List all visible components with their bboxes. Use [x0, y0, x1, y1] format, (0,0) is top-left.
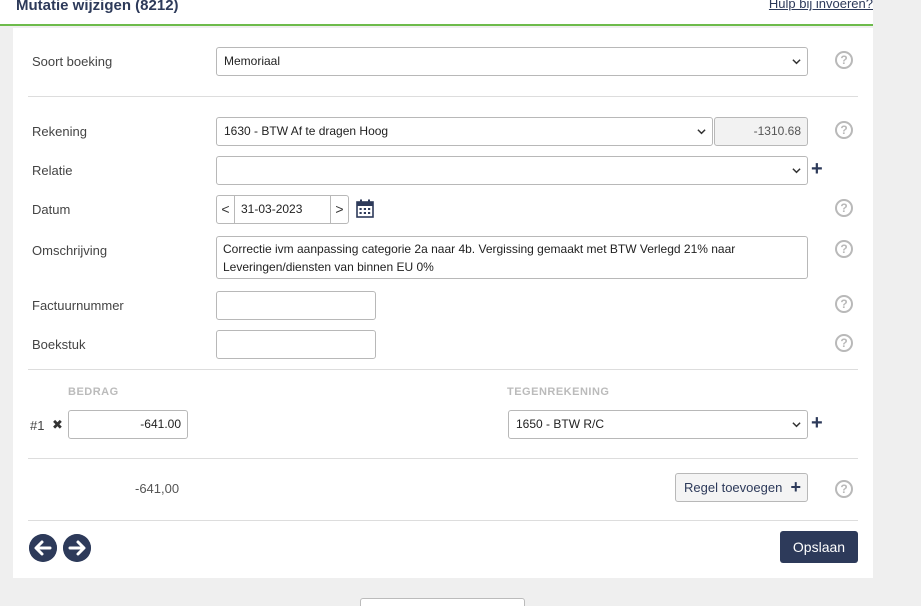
- datum-label: Datum: [32, 202, 71, 217]
- relatie-label: Relatie: [32, 163, 73, 178]
- prev-date-button[interactable]: <: [217, 196, 235, 223]
- chevron-down-icon: [792, 168, 801, 174]
- form-panel: Soort boeking Memoriaal ? Rekening 1630 …: [13, 28, 873, 578]
- datum-input[interactable]: 31-03-2023: [241, 196, 302, 223]
- soort-boeking-label: Soort boeking: [32, 54, 113, 69]
- help-icon[interactable]: ?: [835, 334, 853, 352]
- next-date-button[interactable]: >: [330, 196, 348, 223]
- previous-arrow-icon[interactable]: [29, 534, 57, 562]
- help-icon[interactable]: ?: [835, 295, 853, 313]
- rekening-value: 1630 - BTW Af te dragen Hoog: [224, 124, 389, 138]
- factuurnummer-input[interactable]: [216, 291, 376, 320]
- rekening-saldo: -1310.68: [714, 117, 808, 146]
- help-icon[interactable]: ?: [835, 199, 853, 217]
- tegenrekening-value: 1650 - BTW R/C: [516, 417, 605, 431]
- omschrijving-label: Omschrijving: [32, 243, 108, 258]
- soort-boeking-value: Memoriaal: [224, 54, 281, 68]
- chevron-down-icon: [792, 422, 801, 428]
- divider: [28, 369, 858, 370]
- tegenrekening-select[interactable]: 1650 - BTW R/C: [508, 410, 808, 439]
- divider: [28, 96, 858, 97]
- chevron-down-icon: [697, 129, 706, 135]
- help-icon[interactable]: ?: [835, 121, 853, 139]
- page-title: Mutatie wijzigen (8212): [16, 0, 179, 14]
- add-line-button[interactable]: Regel toevoegen +: [675, 473, 808, 502]
- factuurnummer-label: Factuurnummer: [32, 298, 124, 313]
- add-relatie-plus-icon[interactable]: +: [811, 159, 823, 179]
- divider: [28, 458, 858, 459]
- datum-field: < 31-03-2023 >: [216, 195, 349, 224]
- save-button[interactable]: Opslaan: [780, 531, 858, 563]
- relatie-select[interactable]: [216, 156, 808, 185]
- boekstuk-label: Boekstuk: [32, 337, 86, 352]
- remove-line-icon[interactable]: ✖: [52, 417, 63, 433]
- bottom-box: [360, 598, 525, 606]
- plus-icon: +: [790, 477, 801, 497]
- rekening-select[interactable]: 1630 - BTW Af te dragen Hoog: [216, 117, 713, 146]
- total-amount: -641,00: [135, 481, 180, 496]
- soort-boeking-select[interactable]: Memoriaal: [216, 47, 808, 76]
- chevron-down-icon: [792, 59, 801, 65]
- calendar-icon[interactable]: [356, 199, 374, 218]
- help-icon[interactable]: ?: [835, 480, 853, 498]
- bedrag-column-header: BEDRAG: [68, 386, 119, 398]
- rekening-label: Rekening: [32, 124, 87, 139]
- add-line-label: Regel toevoegen: [684, 480, 783, 495]
- tegenrekening-column-header: TEGENREKENING: [507, 386, 610, 398]
- line-number: #1: [30, 418, 45, 433]
- help-icon[interactable]: ?: [835, 51, 853, 69]
- title-bar: Mutatie wijzigen (8212) Hulp bij invoere…: [0, 0, 873, 26]
- help-icon[interactable]: ?: [835, 240, 853, 258]
- help-link[interactable]: Hulp bij invoeren?: [769, 0, 873, 11]
- divider: [28, 520, 858, 521]
- omschrijving-textarea[interactable]: Correctie ivm aanpassing categorie 2a na…: [216, 236, 808, 279]
- bedrag-input[interactable]: -641.00: [68, 410, 188, 439]
- boekstuk-input[interactable]: [216, 330, 376, 359]
- add-tegenrekening-plus-icon[interactable]: +: [811, 413, 823, 433]
- next-arrow-icon[interactable]: [63, 534, 91, 562]
